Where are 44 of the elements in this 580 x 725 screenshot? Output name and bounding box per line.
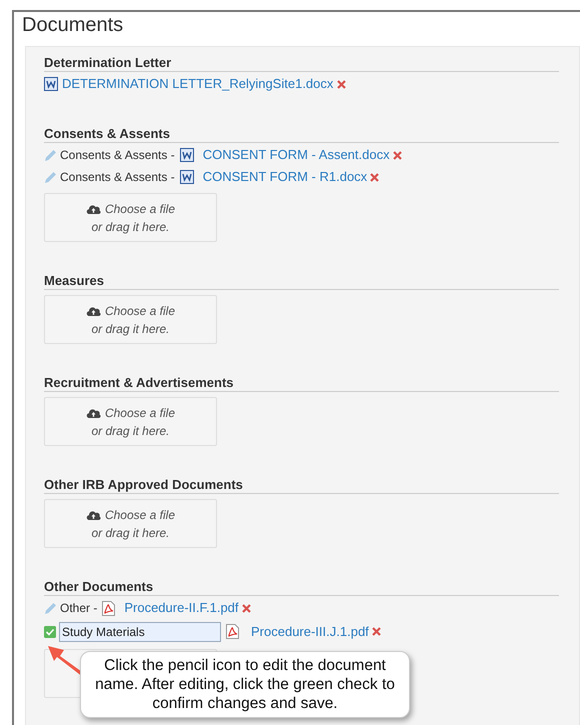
delete-icon[interactable] xyxy=(337,80,346,88)
panel-title: Documents xyxy=(21,13,124,38)
document-label: Other - xyxy=(60,600,98,617)
delete-icon[interactable] xyxy=(242,604,251,612)
name-input-field[interactable]: Study Materials xyxy=(59,622,221,642)
delete-icon[interactable] xyxy=(392,150,402,160)
section-heading: Measures xyxy=(44,273,559,290)
dropzone-text: or drag it here. xyxy=(91,524,170,542)
dropzone-text: Choose a file xyxy=(104,200,176,218)
section-heading: Recruitment & Advertisements xyxy=(44,375,559,392)
file-dropzone[interactable]: Choose a file or drag it here. xyxy=(44,295,217,344)
cloud-upload-icon xyxy=(86,305,101,316)
document-label: Consents & Assents - xyxy=(60,169,175,186)
pdf-document-icon xyxy=(226,624,239,639)
section-heading: Other IRB Approved Documents xyxy=(44,477,559,494)
word-document-icon xyxy=(180,170,194,184)
cloud-upload-icon xyxy=(86,407,101,418)
file-link[interactable]: DETERMINATION LETTER_RelyingSite1.docx xyxy=(62,74,334,94)
word-document-icon xyxy=(44,77,58,91)
section-heading: Consents & Assents xyxy=(44,126,559,143)
cloud-upload-icon xyxy=(86,203,101,214)
file-link[interactable]: Procedure-II.F.1.pdf xyxy=(124,598,239,618)
file-link[interactable]: CONSENT FORM - R1.docx xyxy=(202,167,368,187)
dropzone-text: Choose a file xyxy=(104,506,176,524)
dropzone-text: or drag it here. xyxy=(91,422,170,440)
dropzone-text: Choose a file xyxy=(104,302,176,320)
dropzone-text: or drag it here. xyxy=(91,320,170,338)
cloud-upload-icon xyxy=(86,509,101,520)
file-dropzone[interactable]: Choose a file or drag it here. xyxy=(44,499,217,548)
file-link[interactable]: CONSENT FORM - Assent.docx xyxy=(202,145,390,165)
delete-icon[interactable] xyxy=(370,172,380,182)
delete-icon[interactable] xyxy=(372,627,381,636)
word-document-icon xyxy=(180,148,194,162)
dropzone-text: Choose a file xyxy=(104,404,176,422)
section-heading: Other Documents xyxy=(44,579,559,596)
check-icon[interactable] xyxy=(44,626,56,638)
section-heading: Determination Letter xyxy=(44,55,559,72)
pdf-document-icon xyxy=(102,600,116,616)
callout-tooltip: Click the pencil icon to edit the document name. After editing, click the green check to confirm changes and save. xyxy=(80,651,410,718)
document-label: Consents & Assents - xyxy=(60,147,175,164)
dropzone-text: or drag it here. xyxy=(91,218,170,236)
file-link[interactable]: Procedure-III.J.1.pdf xyxy=(251,622,369,642)
file-dropzone[interactable]: Choose a file or drag it here. xyxy=(44,397,217,446)
file-dropzone[interactable]: Choose a file or drag it here. xyxy=(44,193,217,242)
